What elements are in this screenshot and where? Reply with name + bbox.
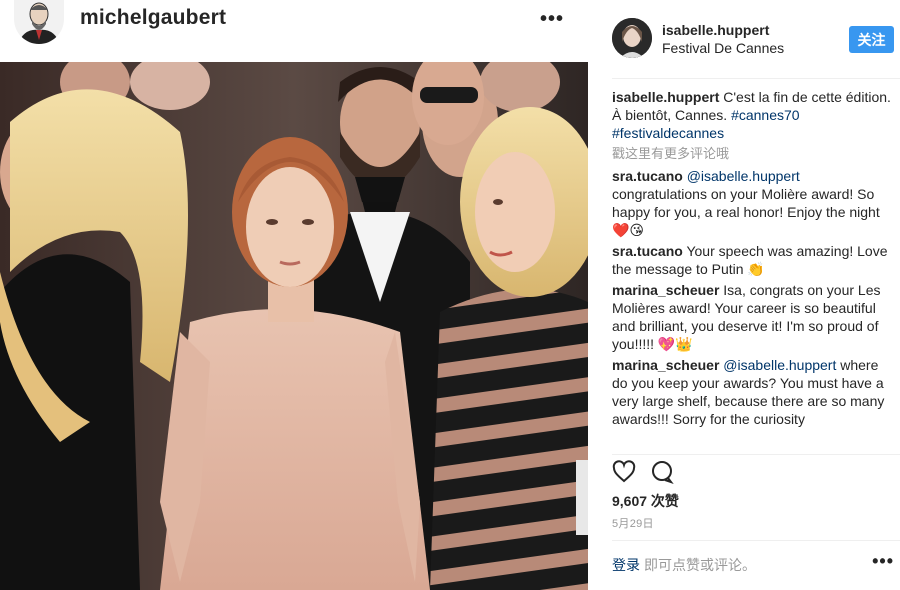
post-date: 5月29日 <box>612 518 654 530</box>
comments-divider <box>612 454 900 455</box>
post-sidebar: isabelle.huppert Festival De Cannes 关注 i… <box>588 0 900 590</box>
comment-item: marina_scheuer @isabelle.huppert where d… <box>612 356 892 428</box>
more-dots-icon[interactable]: ••• <box>872 551 894 572</box>
photo-edge-strip <box>576 460 588 535</box>
login-link[interactable]: 登录 <box>612 555 640 575</box>
action-bar <box>612 460 674 486</box>
comment-username[interactable]: sra.tucano <box>612 243 683 259</box>
comment-username[interactable]: marina_scheuer <box>612 282 719 298</box>
hashtag[interactable]: #cannes70 <box>731 107 800 123</box>
comment-username[interactable]: marina_scheuer <box>612 357 719 373</box>
follow-button[interactable]: 关注 <box>849 26 894 53</box>
header-divider <box>612 78 900 79</box>
load-more-comments[interactable]: 戳这里有更多评论哦 <box>612 145 892 163</box>
likes-count[interactable]: 9,607 次赞 <box>612 491 679 511</box>
comment-item: sra.tucano @isabelle.huppert congratulat… <box>612 167 892 239</box>
post-location[interactable]: Festival De Cannes <box>662 40 784 56</box>
owner-username[interactable]: isabelle.huppert <box>662 22 769 38</box>
post-photo <box>0 62 588 590</box>
more-dots-icon[interactable]: ••• <box>540 8 564 31</box>
hashtag[interactable]: #festivaldecannes <box>612 125 724 141</box>
comment-mention[interactable]: @isabelle.huppert <box>687 168 800 184</box>
login-prompt: 登录 即可点赞或评论。 ••• <box>612 551 900 575</box>
caption-username[interactable]: isabelle.huppert <box>612 89 719 105</box>
author-avatar[interactable] <box>14 0 64 44</box>
comment-bubble-icon[interactable] <box>650 460 674 486</box>
comment-username[interactable]: sra.tucano <box>612 168 683 184</box>
comment-text: congratulations on your Molière award! S… <box>612 186 880 238</box>
post-header: michelgaubert ••• <box>0 0 588 62</box>
owner-avatar[interactable] <box>612 18 652 58</box>
bottom-divider <box>612 540 900 541</box>
login-prompt-text: 即可点赞或评论。 <box>644 557 756 573</box>
comment-mention[interactable]: @isabelle.huppert <box>723 357 836 373</box>
comments-list[interactable]: isabelle.huppert C'est la fin de cette é… <box>612 88 892 452</box>
comment-item: sra.tucano Your speech was amazing! Love… <box>612 242 892 278</box>
heart-icon[interactable] <box>612 460 636 486</box>
owner-header: isabelle.huppert Festival De Cannes 关注 <box>588 0 900 78</box>
caption: isabelle.huppert C'est la fin de cette é… <box>612 88 892 142</box>
comment-item: marina_scheuer Isa, congrats on your Les… <box>612 281 892 353</box>
author-username[interactable]: michelgaubert <box>80 6 226 30</box>
